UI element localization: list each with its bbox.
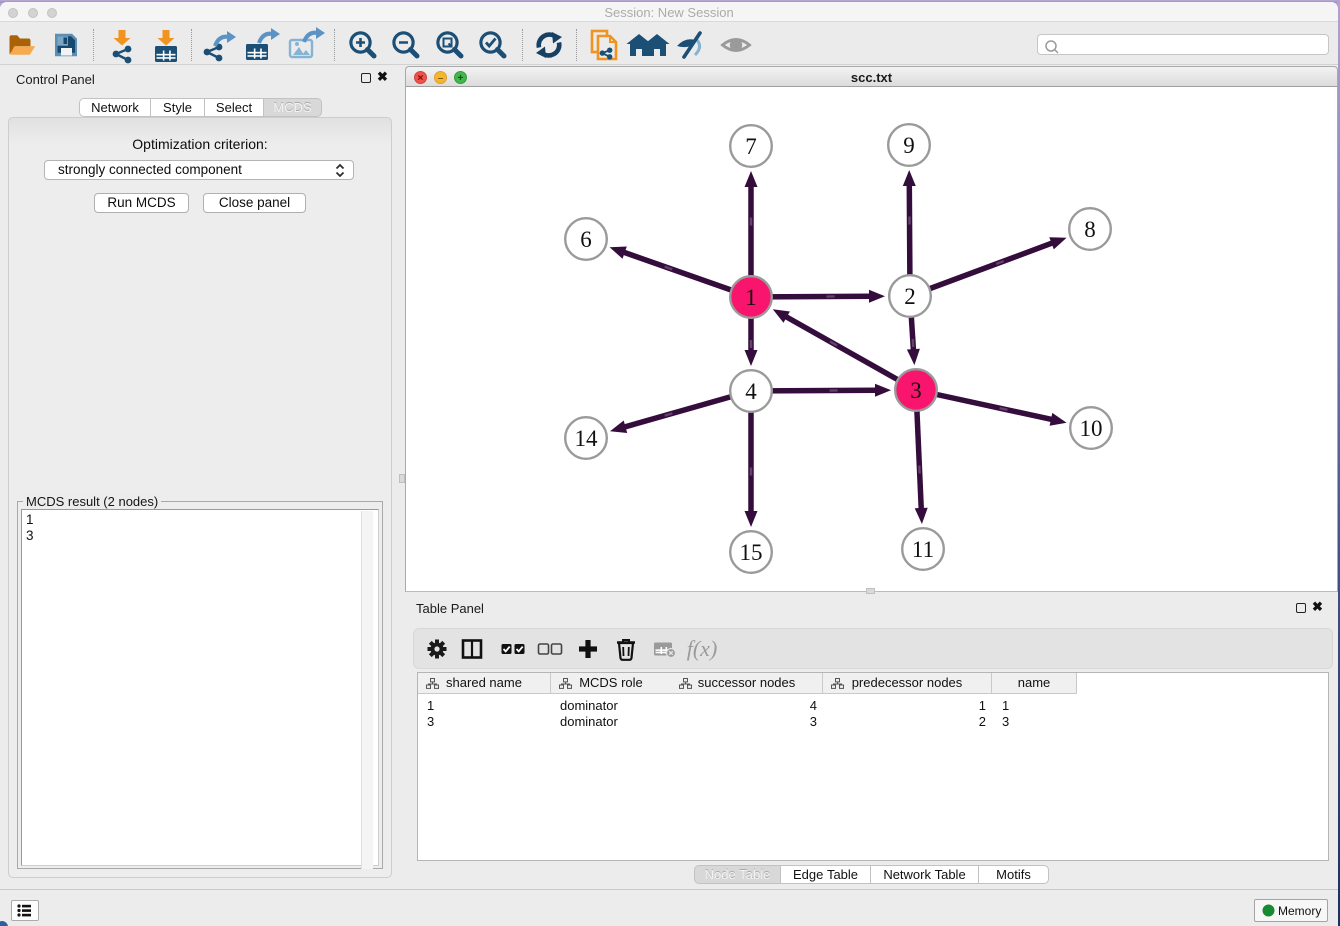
svg-text:6: 6 — [580, 227, 592, 252]
svg-text:7: 7 — [745, 134, 757, 159]
svg-text:3: 3 — [910, 378, 922, 403]
svg-text:15: 15 — [740, 540, 763, 565]
svg-text:1: 1 — [745, 285, 757, 310]
svg-text:11: 11 — [912, 537, 934, 562]
svg-text:10: 10 — [1080, 416, 1103, 441]
svg-text:4: 4 — [745, 379, 757, 404]
svg-text:f(x): f(x) — [687, 636, 718, 661]
svg-text:8: 8 — [1084, 217, 1096, 242]
svg-text:9: 9 — [903, 133, 915, 158]
svg-text:14: 14 — [575, 426, 599, 451]
svg-text:2: 2 — [904, 284, 916, 309]
